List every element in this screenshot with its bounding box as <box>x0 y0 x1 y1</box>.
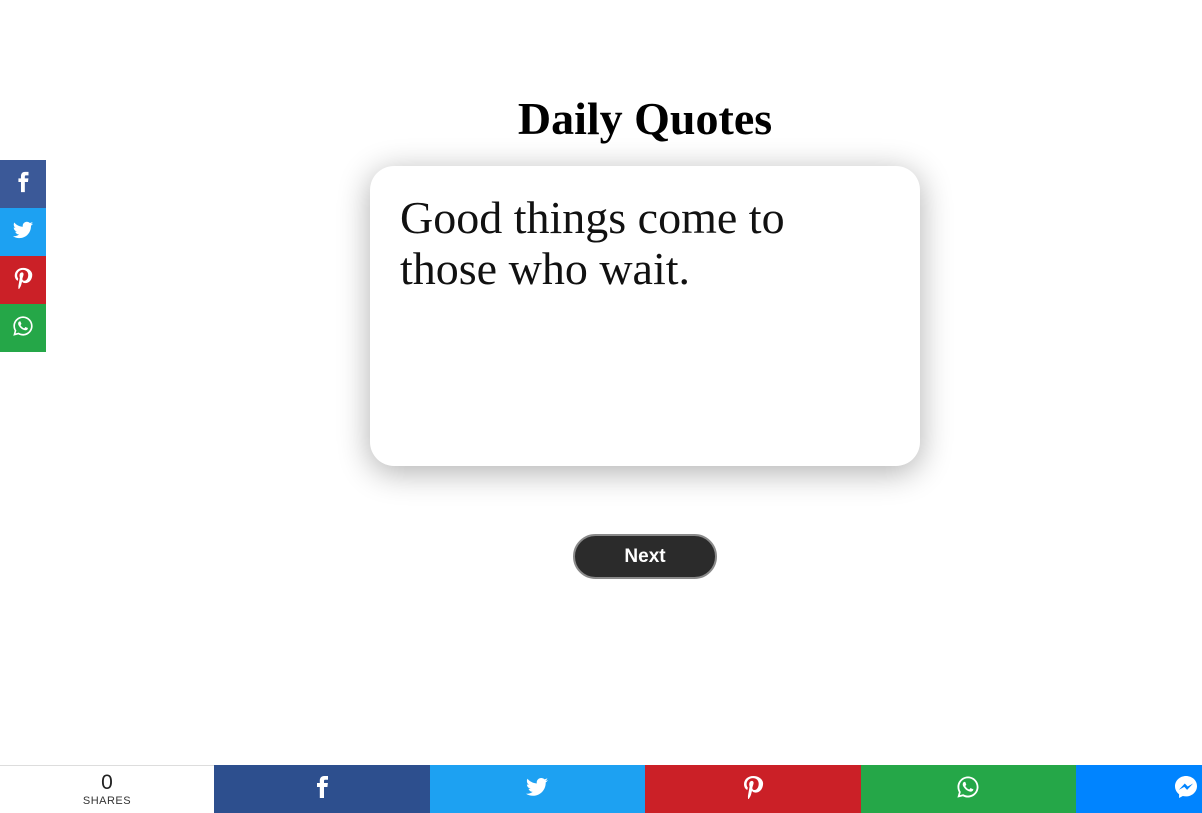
bottom-share-messenger-button[interactable] <box>1076 765 1202 813</box>
pinterest-icon <box>12 267 34 294</box>
share-counter: 0 SHARES <box>0 765 214 813</box>
side-share-twitter-button[interactable] <box>0 208 46 256</box>
share-count-value: 0 <box>101 770 113 794</box>
twitter-icon <box>525 775 549 804</box>
quote-card: Good things come to those who wait. <box>370 166 920 466</box>
side-share-pinterest-button[interactable] <box>0 256 46 304</box>
side-share-facebook-button[interactable] <box>0 160 46 208</box>
quote-text: Good things come to those who wait. <box>400 192 785 294</box>
bottom-share-facebook-button[interactable] <box>214 765 430 813</box>
twitter-icon <box>12 219 34 246</box>
floating-share-sidebar <box>0 160 46 352</box>
next-button[interactable]: Next <box>573 534 717 579</box>
bottom-share-twitter-button[interactable] <box>429 765 645 813</box>
share-count-label: SHARES <box>82 794 132 807</box>
side-share-whatsapp-button[interactable] <box>0 304 46 352</box>
page-title: Daily Quotes <box>517 93 773 144</box>
whatsapp-icon <box>956 775 980 804</box>
pinterest-icon <box>741 775 765 804</box>
bottom-share-pinterest-button[interactable] <box>645 765 861 813</box>
page: Daily Quotes Good things come to those w… <box>0 0 1202 813</box>
facebook-icon <box>12 171 34 198</box>
bottom-share-bar: 0 SHARES <box>0 765 1202 813</box>
facebook-icon <box>310 775 334 804</box>
whatsapp-icon <box>12 315 34 342</box>
messenger-icon <box>1174 775 1198 804</box>
bottom-share-whatsapp-button[interactable] <box>860 765 1076 813</box>
